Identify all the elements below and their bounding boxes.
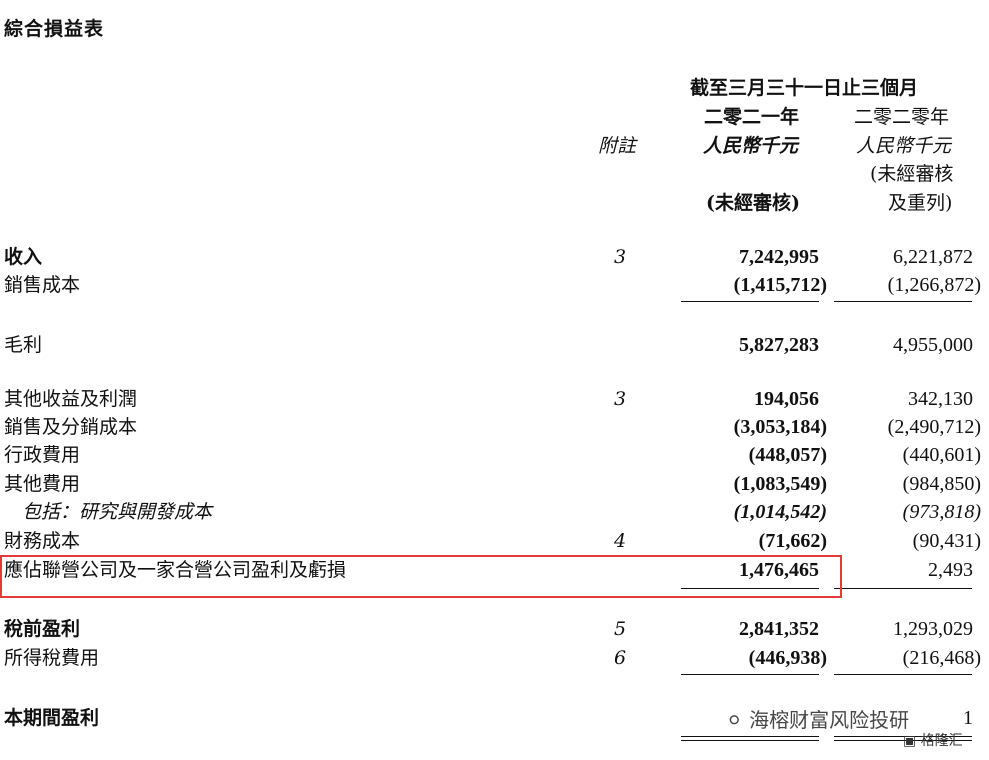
- value-2020: 1,293,029: [893, 618, 973, 640]
- value-2020: (90,431): [912, 530, 981, 552]
- col1-unit: 人民幣千元: [703, 135, 799, 157]
- watermark-sub: ▣ 格隆汇: [903, 730, 963, 750]
- subtotal-rule-2020: [834, 674, 972, 675]
- value-2020: (1,266,872): [887, 274, 981, 296]
- highlight-box: [0, 555, 842, 598]
- value-2020: (2,490,712): [887, 416, 981, 438]
- row-label: 毛利: [4, 334, 43, 356]
- value-2020: 1: [963, 707, 973, 729]
- row-label: 其他費用: [4, 473, 81, 495]
- value-2021: 7,242,995: [739, 246, 819, 268]
- value-2020: 342,130: [908, 388, 973, 410]
- row-profit-before-tax: 稅前盈利 5 2,841,352 1,293,029: [0, 615, 989, 643]
- row-label: 所得稅費用: [4, 647, 100, 669]
- value-2020: (440,601): [902, 444, 981, 466]
- row-note: 3: [613, 246, 627, 268]
- value-2021: 5,827,283: [739, 334, 819, 356]
- row-selling-distribution: 銷售及分銷成本 (3,053,184) (2,490,712): [0, 413, 989, 441]
- row-note: 6: [613, 647, 627, 669]
- value-2021: (1,014,542): [733, 501, 827, 523]
- subtotal-rule-2021: [681, 674, 819, 675]
- value-2021: 2,841,352: [739, 618, 819, 640]
- watermark-sub-text: 格隆汇: [920, 733, 963, 749]
- col2-status-line2: 及重列): [888, 192, 953, 214]
- value-2021: (448,057): [748, 444, 827, 466]
- col2-status-line1: (未經審核: [870, 163, 954, 185]
- row-note: 4: [613, 530, 627, 552]
- row-revenue: 收入 3 7,242,995 6,221,872: [0, 243, 989, 271]
- watermark-text: 海榕财富风险投研: [749, 708, 910, 732]
- row-finance-costs: 財務成本 4 (71,662) (90,431): [0, 527, 989, 555]
- value-2020: 4,955,000: [893, 334, 973, 356]
- note-header: 附註: [598, 135, 637, 157]
- subtotal-rule-2020: [834, 301, 972, 302]
- row-label: 本期間盈利: [4, 707, 100, 729]
- value-2020: 6,221,872: [893, 246, 973, 268]
- row-other-expenses: 其他費用 (1,083,549) (984,850): [0, 470, 989, 498]
- value-2021: (1,083,549): [733, 473, 827, 495]
- value-2021: (446,938): [748, 647, 827, 669]
- row-label: 銷售及分銷成本: [4, 416, 138, 438]
- row-cost-of-sales: 銷售成本 (1,415,712) (1,266,872): [0, 271, 989, 299]
- row-note: 5: [613, 618, 627, 640]
- value-2020: (216,468): [902, 647, 981, 669]
- col2-year: 二零二零年: [854, 106, 950, 128]
- row-label: 銷售成本: [4, 274, 81, 296]
- row-label: 其他收益及利潤: [4, 388, 138, 410]
- statement-title: 綜合損益表: [4, 18, 105, 40]
- value-2020: (973,818): [902, 501, 981, 523]
- value-2021: 194,056: [754, 388, 819, 410]
- value-2020: 2,493: [928, 559, 973, 581]
- total-double-rule-2021: [681, 736, 819, 741]
- col1-year: 二零二一年: [704, 106, 800, 128]
- value-2021: (71,662): [758, 530, 827, 552]
- row-note: 3: [613, 388, 627, 410]
- period-header: 截至三月三十一日止三個月: [690, 77, 919, 99]
- row-gross-profit: 毛利 5,827,283 4,955,000: [0, 331, 989, 359]
- row-label: 包括：研究與開發成本: [22, 501, 213, 523]
- row-label: 稅前盈利: [4, 618, 81, 640]
- logo-icon: ▣: [903, 733, 917, 749]
- value-2020: (984,850): [902, 473, 981, 495]
- col1-status: (未經審核): [706, 192, 800, 214]
- row-label: 收入: [4, 246, 43, 268]
- row-other-income: 其他收益及利潤 3 194,056 342,130: [0, 385, 989, 413]
- watermark: ⚪ 海榕财富风险投研: [726, 704, 909, 733]
- wechat-icon: ⚪: [726, 708, 743, 732]
- col2-unit: 人民幣千元: [856, 135, 952, 157]
- row-admin-expenses: 行政費用 (448,057) (440,601): [0, 441, 989, 469]
- row-label: 行政費用: [4, 444, 81, 466]
- row-income-tax: 所得稅費用 6 (446,938) (216,468): [0, 644, 989, 672]
- subtotal-rule-2021: [681, 301, 819, 302]
- value-2021: (3,053,184): [733, 416, 827, 438]
- value-2021: (1,415,712): [733, 274, 827, 296]
- subtotal-rule-2020: [834, 588, 972, 589]
- row-rnd-costs: 包括：研究與開發成本 (1,014,542) (973,818): [0, 498, 989, 526]
- row-label: 財務成本: [4, 530, 81, 552]
